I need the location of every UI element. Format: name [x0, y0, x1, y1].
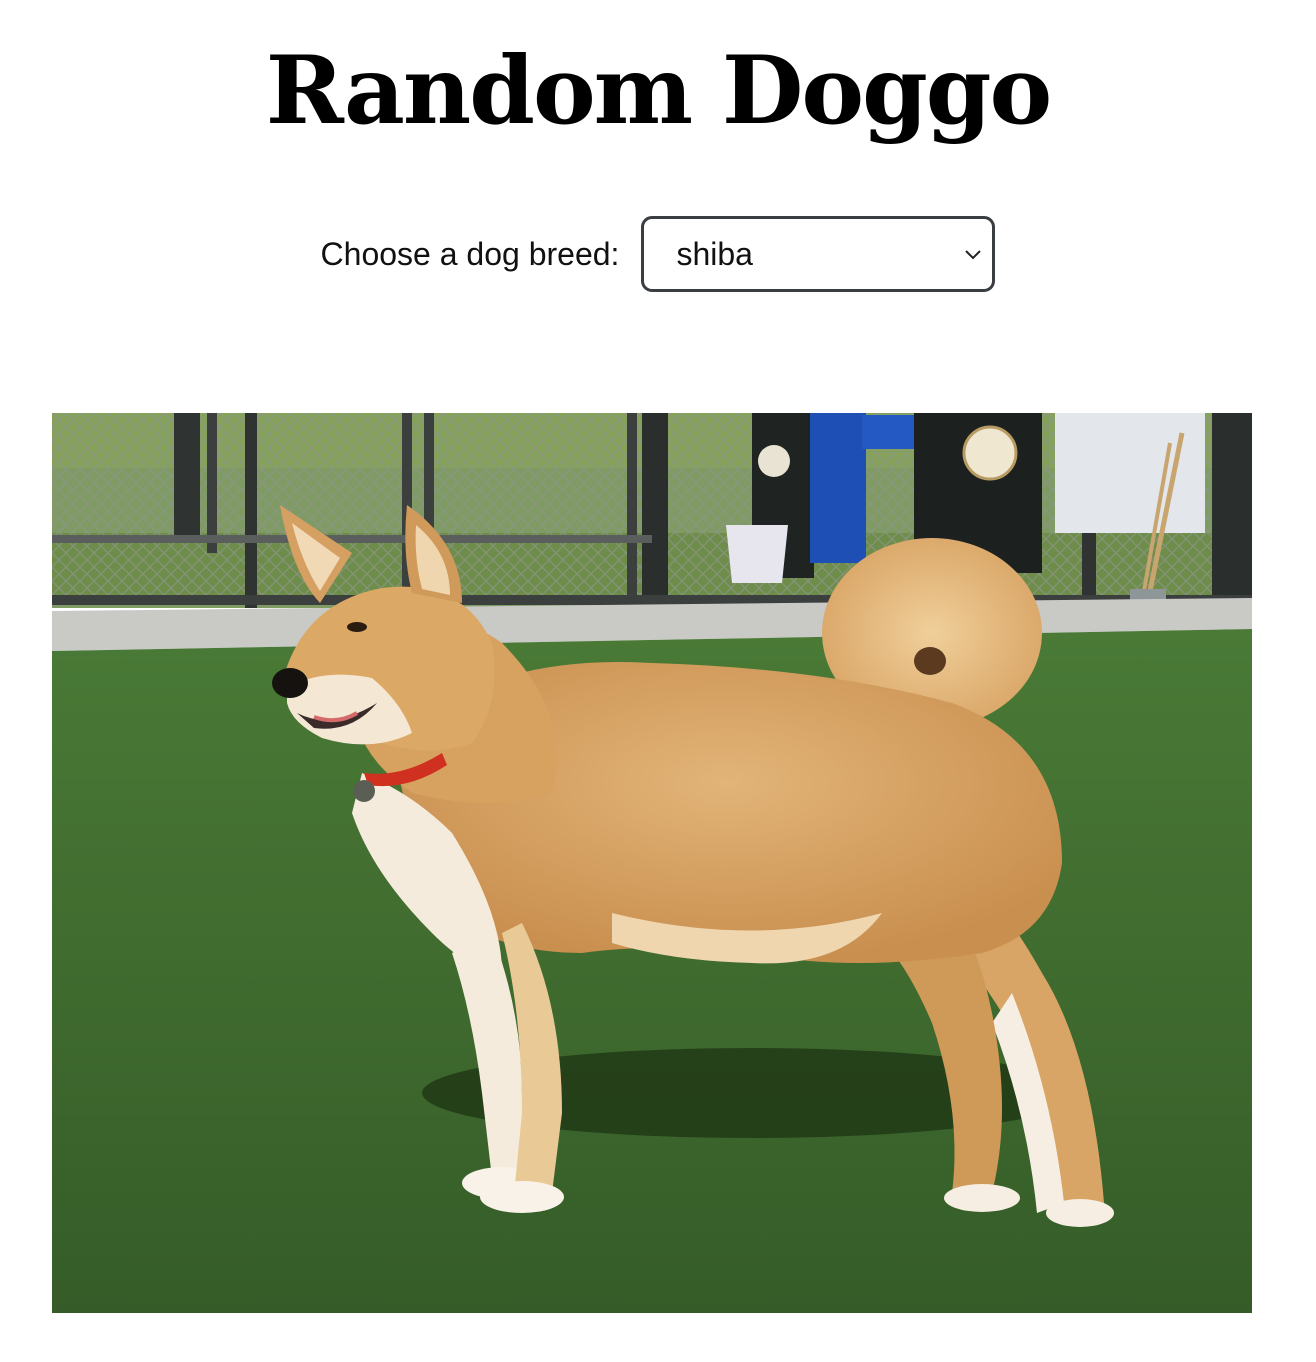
- dog-photo: [52, 413, 1252, 1313]
- page-title: Random Doggo: [265, 36, 1053, 146]
- breed-select[interactable]: shiba: [641, 216, 996, 292]
- breed-picker: Choose a dog breed: shiba: [0, 213, 1316, 295]
- shiba-inu-photo: [52, 413, 1252, 1313]
- breed-picker-label: Choose a dog breed:: [320, 235, 620, 272]
- breed-select-value: shiba: [676, 235, 753, 272]
- chevron-down-icon: [965, 250, 982, 260]
